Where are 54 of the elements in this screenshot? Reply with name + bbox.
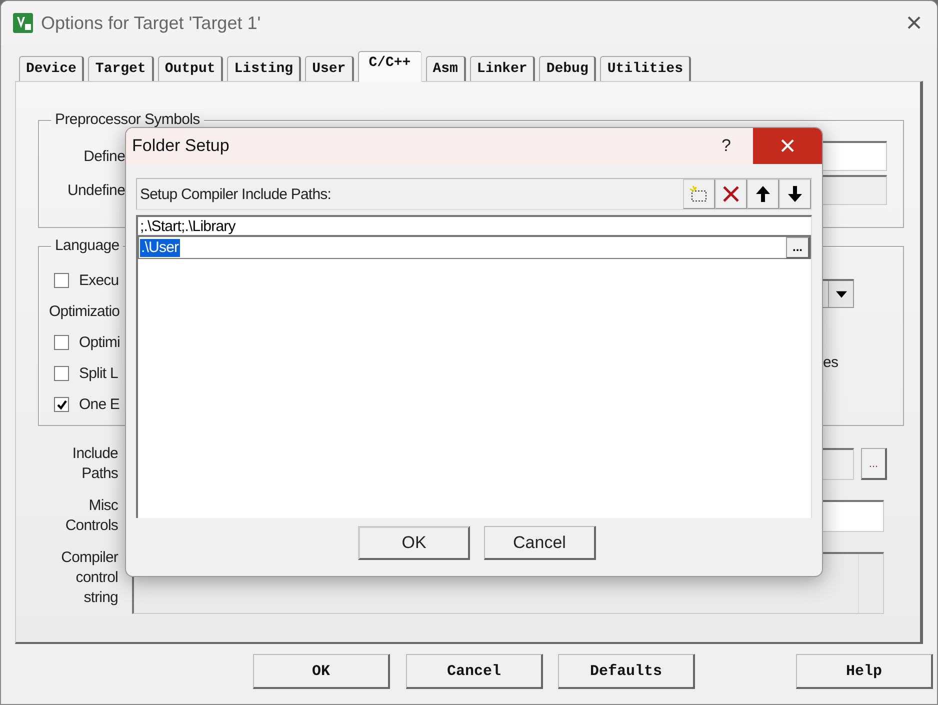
tab[interactable]: C/C++ — [358, 51, 422, 82]
tab[interactable]: Target — [88, 56, 154, 81]
delete-button[interactable] — [715, 179, 747, 209]
dropdown[interactable] — [821, 279, 854, 308]
tab[interactable]: Debug — [539, 56, 596, 81]
checkbox[interactable] — [54, 273, 69, 288]
new-folder-button[interactable] — [683, 179, 715, 209]
close-button[interactable]: × — [753, 128, 822, 164]
help-button[interactable]: ? — [722, 136, 731, 156]
arrow-up-icon — [755, 185, 771, 203]
path-item[interactable]: ;.\Start;.\Library — [138, 219, 236, 235]
arrow-down-icon — [787, 185, 803, 203]
field-label: Compiler control string — [60, 548, 118, 608]
new-folder-icon — [689, 185, 709, 203]
dialog-button[interactable]: OK — [358, 526, 470, 560]
dialog-button[interactable]: Defaults — [558, 654, 695, 689]
field-label: Undefine: — [66, 182, 129, 198]
field-label: Define: — [82, 148, 129, 164]
move-up-button[interactable] — [747, 179, 779, 209]
dialog-button[interactable]: OK — [253, 654, 390, 689]
tab[interactable]: Device — [19, 56, 84, 81]
close-button[interactable]: × — [899, 8, 929, 38]
tab[interactable]: User — [305, 56, 354, 81]
option-label: es — [823, 354, 840, 371]
checkbox[interactable] — [54, 366, 69, 381]
browse-button[interactable]: ... — [861, 448, 887, 480]
tab[interactable]: Asm — [426, 56, 466, 81]
field-label: Include Paths — [71, 444, 118, 484]
checkbox-label: Execu — [79, 272, 119, 289]
checkbox-label: Split L — [79, 365, 118, 382]
app-logo-icon — [13, 13, 33, 33]
move-down-button[interactable] — [779, 179, 811, 209]
path-item[interactable]: .\User — [140, 238, 180, 256]
checkbox[interactable] — [54, 335, 69, 350]
group-title: Language — [51, 237, 124, 254]
dialog-title: Folder Setup — [132, 136, 230, 156]
field-label: Misc Controls — [64, 496, 118, 536]
group-title: Preprocessor Symbols — [51, 111, 204, 128]
caret-icon — [836, 290, 846, 298]
tab[interactable]: Linker — [470, 56, 536, 81]
delete-icon — [722, 185, 740, 203]
checkbox-label: One E — [79, 396, 120, 413]
dialog-button[interactable]: Cancel — [406, 654, 543, 689]
dialog-button[interactable]: Help — [796, 654, 933, 689]
checkbox[interactable] — [54, 397, 69, 412]
list-label: Setup Compiler Include Paths: — [139, 186, 332, 202]
dialog-button[interactable]: Cancel — [484, 526, 596, 560]
browse-button[interactable]: ... — [786, 236, 810, 258]
tab[interactable]: Utilities — [600, 56, 691, 81]
window-title: Options for Target 'Target 1' — [41, 12, 261, 34]
tab[interactable]: Output — [158, 56, 224, 81]
option-label: Optimizatio — [49, 303, 120, 320]
tab[interactable]: Listing — [227, 56, 302, 81]
checkbox-label: Optimi — [79, 334, 120, 351]
